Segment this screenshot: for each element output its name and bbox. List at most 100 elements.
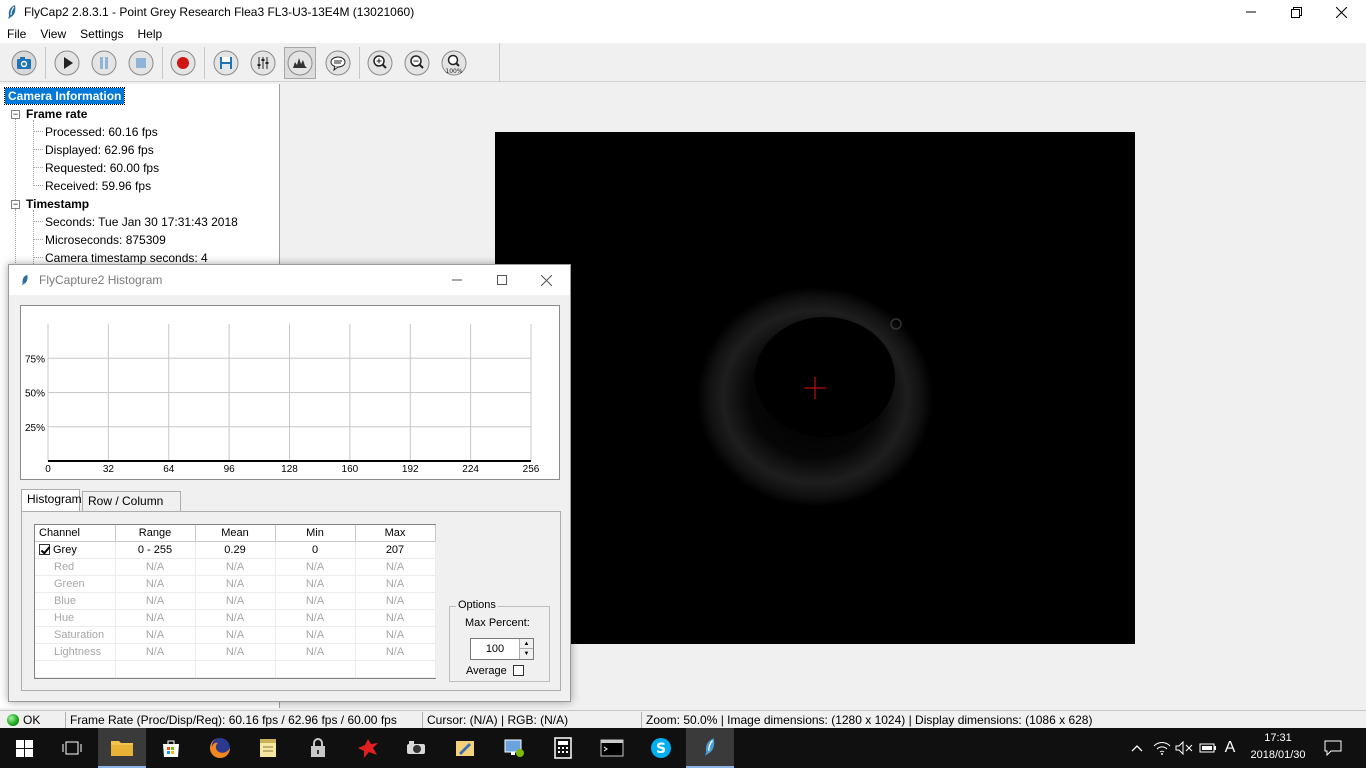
tree-item-requested[interactable]: Requested: 60.00 fps (45, 161, 159, 175)
tray-clock[interactable]: 17:31 2018/01/30 (1241, 730, 1315, 766)
histogram-close-button[interactable] (524, 265, 569, 295)
zoom-out-button[interactable] (401, 47, 433, 79)
taskbar-calculator[interactable] (539, 728, 587, 768)
mean-cell: N/A (195, 643, 276, 661)
tree-connector (34, 185, 43, 186)
menu-help[interactable]: Help (131, 27, 170, 41)
channel-cell[interactable]: Grey (35, 541, 116, 559)
menu-settings[interactable]: Settings (73, 27, 130, 41)
max-percent-value[interactable]: 100 (471, 639, 519, 659)
tree-item-camera-timestamp[interactable]: Camera timestamp seconds: 4 (45, 251, 208, 265)
close-icon (1335, 6, 1347, 18)
histogram-button[interactable] (284, 47, 316, 79)
spin-down-icon[interactable]: ▼ (520, 649, 533, 659)
taskbar-flycap[interactable] (686, 728, 734, 768)
zoom-in-button[interactable] (364, 47, 396, 79)
tree-item-displayed[interactable]: Displayed: 62.96 fps (45, 143, 154, 157)
camera-select-button[interactable] (8, 47, 40, 79)
start-button[interactable] (51, 47, 83, 79)
tray-wifi[interactable] (1151, 728, 1173, 768)
collapse-icon[interactable]: − (11, 200, 20, 209)
battery-icon (1199, 743, 1216, 753)
tree-connector (15, 209, 16, 269)
table-row[interactable]: Red N/A N/A N/A N/A (35, 558, 436, 576)
taskbar-command-prompt[interactable] (588, 728, 636, 768)
action-center-button[interactable] (1318, 728, 1348, 768)
tray-battery[interactable] (1197, 728, 1219, 768)
y-tick-label: 50% (25, 389, 45, 400)
column-header-min[interactable]: Min (275, 525, 356, 542)
channel-cell: Saturation (35, 626, 116, 644)
histogram-minimize-button[interactable] (434, 265, 479, 295)
taskbar-store[interactable] (147, 728, 195, 768)
camera-control-button[interactable] (247, 47, 279, 79)
stop-button[interactable] (125, 47, 157, 79)
minimize-button[interactable] (1228, 0, 1274, 24)
table-row[interactable]: Hue N/A N/A N/A N/A (35, 609, 436, 627)
taskbar-notes-app[interactable] (244, 728, 292, 768)
column-header-max[interactable]: Max (355, 525, 436, 542)
record-icon (170, 50, 196, 76)
taskbar-network-app[interactable] (490, 728, 538, 768)
menu-file[interactable]: File (0, 27, 33, 41)
tree-group-frame-rate[interactable]: Frame rate (26, 107, 87, 121)
max-percent-spinner[interactable]: 100 ▲ ▼ (470, 638, 534, 660)
column-header-range[interactable]: Range (115, 525, 196, 542)
taskbar-skype[interactable]: S (637, 728, 685, 768)
camera-image[interactable] (495, 132, 1135, 644)
table-row[interactable]: Lightness N/A N/A N/A N/A (35, 643, 436, 661)
column-header-channel[interactable]: Channel (35, 525, 116, 542)
histogram-maximize-button[interactable] (479, 265, 524, 295)
spin-up-icon[interactable]: ▲ (520, 639, 533, 649)
window-title: FlyCap2 2.8.3.1 - Point Grey Research Fl… (24, 5, 415, 19)
zoom-100-button[interactable]: 100% (438, 47, 470, 79)
close-button[interactable] (1318, 0, 1364, 24)
task-view-button[interactable] (48, 728, 96, 768)
speech-bubble-icon (325, 50, 351, 76)
maximize-icon (496, 275, 507, 285)
save-button[interactable] (210, 47, 242, 79)
taskbar-red-app[interactable] (344, 728, 392, 768)
table-row[interactable]: Blue N/A N/A N/A N/A (35, 592, 436, 610)
pause-button[interactable] (88, 47, 120, 79)
channel-checkbox[interactable] (39, 543, 50, 555)
table-row[interactable]: Saturation N/A N/A N/A N/A (35, 626, 436, 644)
histogram-dialog: FlyCapture2 Histogram 25% 50% 75% 0 32 64 96 12… (8, 264, 571, 702)
taskbar-file-explorer[interactable] (98, 728, 146, 768)
range-cell: N/A (115, 575, 196, 593)
event-stats-button[interactable] (322, 47, 354, 79)
tree-item-received[interactable]: Received: 59.96 fps (45, 179, 151, 193)
menu-view[interactable]: View (33, 27, 73, 41)
status-frame-rate: Frame Rate (Proc/Disp/Req): 60.16 fps / … (67, 712, 423, 728)
average-checkbox[interactable] (513, 665, 524, 676)
table-row[interactable]: Green N/A N/A N/A N/A (35, 575, 436, 593)
tab-histogram[interactable]: Histogram (21, 489, 82, 512)
table-row[interactable]: Grey 0 - 255 0.29 0 207 (35, 541, 436, 559)
x-tick-label: 160 (342, 464, 359, 475)
column-header-mean[interactable]: Mean (195, 525, 276, 542)
tab-row-column-plot[interactable]: Row / Column Plot (82, 491, 181, 527)
task-view-icon (62, 741, 82, 755)
channel-name: Blue (54, 594, 77, 607)
tree-root-camera-information[interactable]: Camera Information (3, 87, 126, 105)
mean-cell: N/A (195, 592, 276, 610)
tree-item-seconds[interactable]: Seconds: Tue Jan 30 17:31:43 2018 (45, 215, 238, 229)
taskbar-firefox[interactable] (196, 728, 244, 768)
taskbar-security-app[interactable] (294, 728, 342, 768)
tray-expand-button[interactable] (1127, 728, 1147, 768)
collapse-icon[interactable]: − (11, 110, 20, 119)
tree-group-timestamp[interactable]: Timestamp (26, 197, 89, 211)
record-button[interactable] (167, 47, 199, 79)
tree-connector (33, 120, 34, 186)
x-tick-label: 32 (103, 464, 115, 475)
restore-button[interactable] (1273, 0, 1319, 24)
tree-item-processed[interactable]: Processed: 60.16 fps (45, 125, 158, 139)
tray-ime[interactable]: A (1220, 728, 1240, 768)
start-menu-button[interactable] (0, 728, 48, 768)
empty-cell (195, 660, 276, 678)
taskbar-paint-app[interactable] (441, 728, 489, 768)
channel-stats-table[interactable]: Channel Range Mean Min Max Grey 0 - 255 0.29 0 2… (34, 524, 436, 679)
tray-volume[interactable] (1173, 728, 1195, 768)
tree-item-microseconds[interactable]: Microseconds: 875309 (45, 233, 166, 247)
taskbar-camera-app[interactable] (392, 728, 440, 768)
